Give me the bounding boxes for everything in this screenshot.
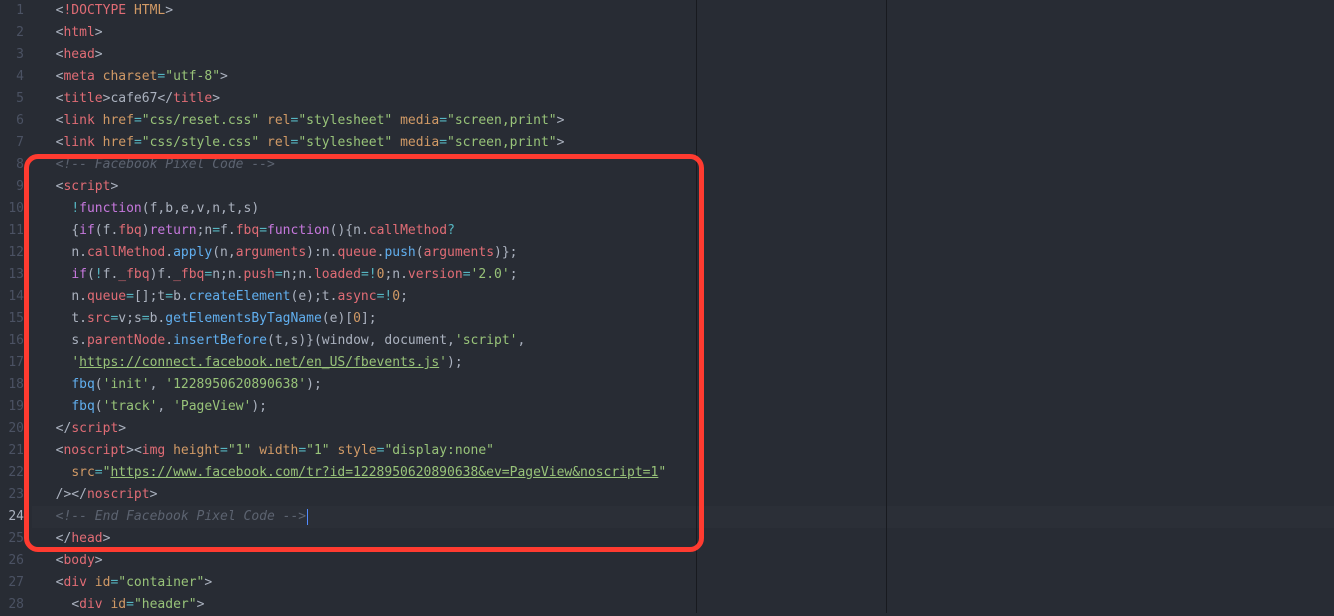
line-number: 2: [0, 22, 24, 44]
code-line[interactable]: /></noscript>: [32, 484, 1334, 506]
code-line[interactable]: </head>: [32, 528, 1334, 550]
line-number: 10: [0, 198, 24, 220]
line-number: 22: [0, 462, 24, 484]
line-number: 25: [0, 528, 24, 550]
code-line[interactable]: fbq('init', '1228950620890638');: [32, 374, 1334, 396]
text-cursor: [307, 509, 308, 525]
code-line[interactable]: <!DOCTYPE HTML>: [32, 0, 1334, 22]
code-line[interactable]: t.src=v;s=b.getElementsByTagName(e)[0];: [32, 308, 1334, 330]
line-number: 7: [0, 132, 24, 154]
code-line[interactable]: s.parentNode.insertBefore(t,s)}(window, …: [32, 330, 1334, 352]
line-number: 20: [0, 418, 24, 440]
line-number: 17: [0, 352, 24, 374]
code-line[interactable]: {if(f.fbq)return;n=f.fbq=function(){n.ca…: [32, 220, 1334, 242]
line-number: 16: [0, 330, 24, 352]
pane-divider: [696, 0, 697, 613]
code-line[interactable]: <meta charset="utf-8">: [32, 66, 1334, 88]
code-line[interactable]: <script>: [32, 176, 1334, 198]
line-number: 12: [0, 242, 24, 264]
line-number: 4: [0, 66, 24, 88]
line-number: 18: [0, 374, 24, 396]
line-number: 9: [0, 176, 24, 198]
code-line[interactable]: <body>: [32, 550, 1334, 572]
line-number: 15: [0, 308, 24, 330]
code-line[interactable]: <head>: [32, 44, 1334, 66]
line-number: 14: [0, 286, 24, 308]
line-number: 1: [0, 0, 24, 22]
line-number-gutter: 1234567891011121314151617181920212223242…: [0, 0, 32, 613]
code-line[interactable]: !function(f,b,e,v,n,t,s): [32, 198, 1334, 220]
code-area[interactable]: <!DOCTYPE HTML> <html> <head> <meta char…: [32, 0, 1334, 613]
line-number: 21: [0, 440, 24, 462]
code-line[interactable]: if(!f._fbq)f._fbq=n;n.push=n;n.loaded=!0…: [32, 264, 1334, 286]
line-number: 6: [0, 110, 24, 132]
line-number: 8: [0, 154, 24, 176]
code-line[interactable]: n.queue=[];t=b.createElement(e);t.async=…: [32, 286, 1334, 308]
code-line[interactable]: <title>cafe67</title>: [32, 88, 1334, 110]
code-line[interactable]: <!-- End Facebook Pixel Code -->: [32, 506, 1334, 528]
code-line[interactable]: <html>: [32, 22, 1334, 44]
code-line[interactable]: <link href="css/style.css" rel="styleshe…: [32, 132, 1334, 154]
pane-divider-2: [886, 0, 887, 613]
line-number: 13: [0, 264, 24, 286]
line-number: 19: [0, 396, 24, 418]
line-number: 11: [0, 220, 24, 242]
line-number: 23: [0, 484, 24, 506]
code-line[interactable]: fbq('track', 'PageView');: [32, 396, 1334, 418]
line-number: 24: [0, 506, 24, 528]
line-number: 5: [0, 88, 24, 110]
line-number: 3: [0, 44, 24, 66]
code-line[interactable]: <noscript><img height="1" width="1" styl…: [32, 440, 1334, 462]
code-line[interactable]: <!-- Facebook Pixel Code -->: [32, 154, 1334, 176]
code-editor[interactable]: 1234567891011121314151617181920212223242…: [0, 0, 1334, 613]
code-line[interactable]: src="https://www.facebook.com/tr?id=1228…: [32, 462, 1334, 484]
line-number: 26: [0, 550, 24, 572]
line-number: 27: [0, 572, 24, 594]
code-line[interactable]: <link href="css/reset.css" rel="styleshe…: [32, 110, 1334, 132]
code-line[interactable]: <div id="container">: [32, 572, 1334, 594]
code-line[interactable]: </script>: [32, 418, 1334, 440]
code-line[interactable]: 'https://connect.facebook.net/en_US/fbev…: [32, 352, 1334, 374]
code-line[interactable]: n.callMethod.apply(n,arguments):n.queue.…: [32, 242, 1334, 264]
